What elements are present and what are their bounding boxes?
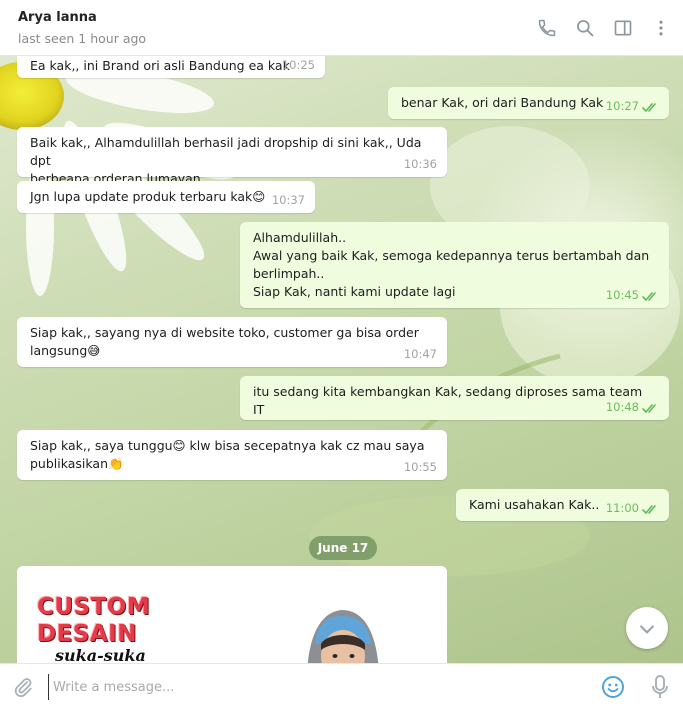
double-check-icon — [642, 404, 656, 414]
message-text: Alhamdulillah.. Awal yang baik Kak, semo… — [253, 230, 650, 299]
message-input[interactable] — [48, 674, 568, 700]
outgoing-message[interactable]: Kami usahakan Kak.. 11:00 — [456, 489, 669, 521]
message-time: 10:36 — [403, 157, 437, 171]
outgoing-message[interactable]: Alhamdulillah.. Awal yang baik Kak, semo… — [240, 222, 669, 308]
contact-name[interactable]: Arya lanna — [18, 10, 97, 25]
smiley-icon[interactable] — [601, 675, 625, 699]
message-text: Jgn lupa update produk terbaru kak😊 — [30, 189, 266, 204]
image-brand-line3: suka-suka — [55, 646, 146, 663]
outgoing-message[interactable]: itu sedang kita kembangkan Kak, sedang d… — [240, 376, 669, 420]
hoodie-person-image — [307, 610, 379, 663]
message-time: 11:00 — [605, 501, 639, 515]
search-icon[interactable] — [575, 18, 595, 38]
scroll-down-button[interactable] — [626, 607, 668, 649]
image-brand-line1: CUSTOM — [37, 594, 151, 620]
phone-icon[interactable] — [537, 18, 557, 38]
incoming-message[interactable]: Siap kak,, sayang nya di website toko, c… — [17, 317, 447, 367]
message-time: 10:55 — [403, 460, 437, 474]
paperclip-icon[interactable] — [12, 675, 34, 699]
message-time: 10:47 — [403, 347, 437, 361]
message-time: 10:45 — [605, 288, 639, 302]
microphone-icon[interactable] — [650, 674, 670, 700]
incoming-message[interactable]: Siap kak,, saya tunggu😊 klw bisa secepat… — [17, 430, 447, 480]
chat-area[interactable]: Ea kak,, ini Brand ori asli Bandung ea k… — [0, 56, 683, 663]
message-time: 10:48 — [605, 400, 639, 414]
incoming-message[interactable]: Baik kak,, Alhamdulillah berhasil jadi d… — [17, 127, 447, 186]
image-brand-line2: DESAIN — [37, 621, 137, 647]
outgoing-message[interactable]: benar Kak, ori dari Bandung Kak 10:27 — [388, 87, 669, 119]
message-text: Ea kak,, ini Brand ori asli Bandung ea k… — [30, 58, 290, 73]
contact-status: last seen 1 hour ago — [18, 31, 147, 46]
message-time: 10:25 — [281, 58, 315, 72]
message-time: 10:27 — [605, 99, 639, 113]
incoming-message[interactable]: Jgn lupa update produk terbaru kak😊 10:37 — [17, 181, 315, 213]
sidebar-icon[interactable] — [613, 18, 633, 38]
incoming-message[interactable]: Ea kak,, ini Brand ori asli Bandung ea k… — [17, 56, 325, 78]
double-check-icon — [642, 292, 656, 302]
more-vertical-icon[interactable] — [651, 18, 671, 38]
double-check-icon — [642, 505, 656, 515]
message-text: Baik kak,, Alhamdulillah berhasil jadi d… — [30, 135, 422, 186]
chevron-down-icon — [640, 625, 654, 634]
message-time: 10:37 — [271, 193, 305, 207]
message-text: Siap kak,, sayang nya di website toko, c… — [30, 325, 419, 358]
date-separator: June 17 — [309, 536, 377, 560]
double-check-icon — [642, 103, 656, 113]
image-message[interactable]: CUSTOM DESAIN suka-suka — [17, 566, 447, 663]
composer-bar — [0, 663, 683, 709]
message-text: itu sedang kita kembangkan Kak, sedang d… — [253, 384, 643, 417]
chat-header: Arya lanna last seen 1 hour ago — [0, 0, 683, 56]
message-text: Siap kak,, saya tunggu😊 klw bisa secepat… — [30, 438, 425, 471]
